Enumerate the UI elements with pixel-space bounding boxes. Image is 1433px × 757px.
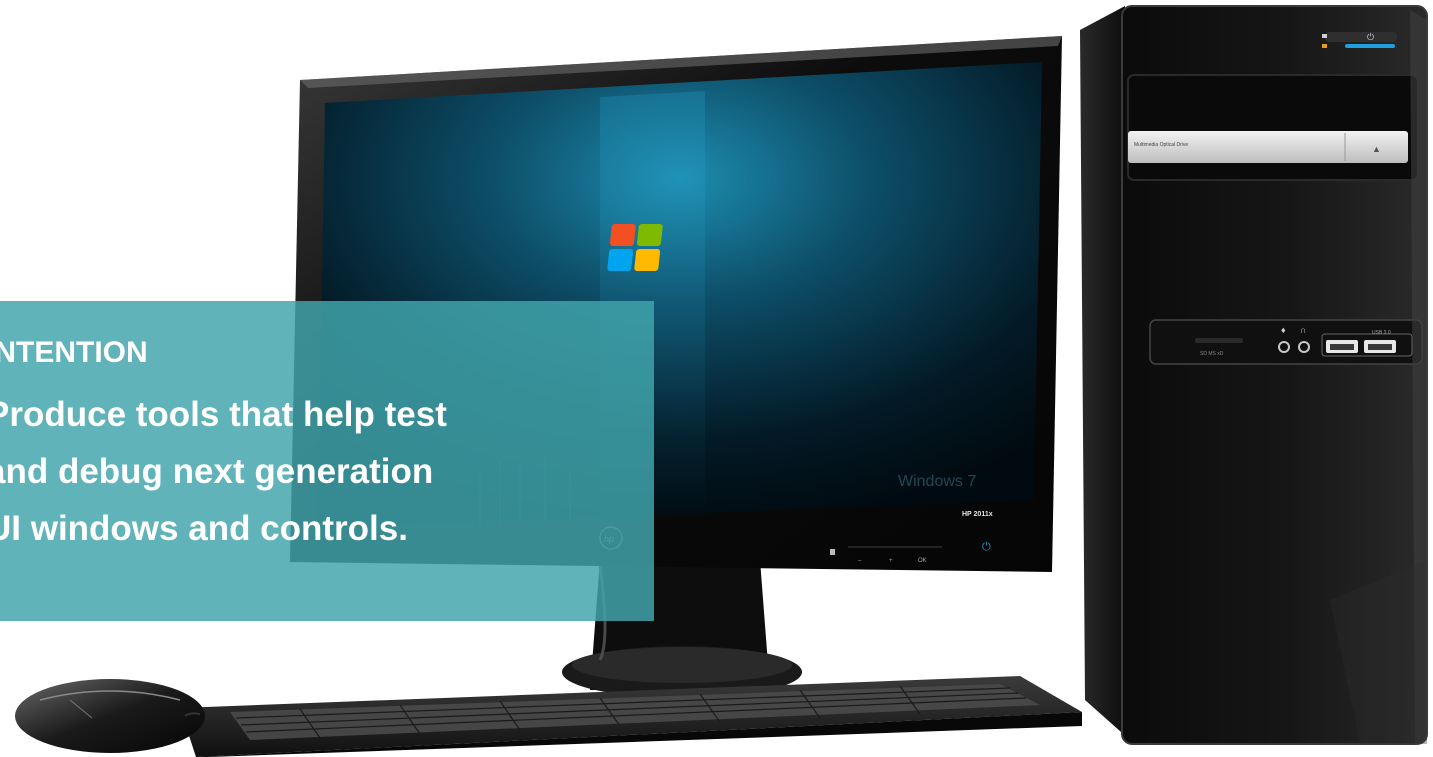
pc-tower: ⏻ ▲ Multimedia Optical Drive SD MS xD ♦ … <box>1080 5 1428 745</box>
intention-line-2: and debug next generation <box>0 452 434 491</box>
svg-text:Multimedia Optical Drive: Multimedia Optical Drive <box>1134 142 1188 148</box>
svg-text:⏻: ⏻ <box>1367 32 1374 42</box>
svg-text:SD MS xD: SD MS xD <box>1200 351 1224 357</box>
monitor-model-label: HP 2011x <box>962 511 993 518</box>
intention-line-1: Produce tools that help test <box>0 395 447 434</box>
svg-text:▲: ▲ <box>1372 144 1381 154</box>
monitor-power-icon: ⏻ <box>982 541 991 553</box>
svg-text:USB 3.0: USB 3.0 <box>1372 330 1391 336</box>
svg-text:♦: ♦ <box>1281 325 1286 335</box>
intention-heading: INTENTION <box>0 336 148 369</box>
product-photo-slide: ⏻ ▲ Multimedia Optical Drive SD MS xD ♦ … <box>0 0 1433 757</box>
os-watermark: Windows 7 <box>898 473 976 490</box>
monitor-plus-label: + <box>889 558 893 564</box>
intention-line-3: UI windows and controls. <box>0 509 408 548</box>
intention-overlay: INTENTION Produce tools that help test a… <box>0 301 654 621</box>
svg-text:∩: ∩ <box>1300 325 1306 335</box>
monitor-ok-label: OK <box>918 558 927 564</box>
mouse <box>15 679 205 753</box>
